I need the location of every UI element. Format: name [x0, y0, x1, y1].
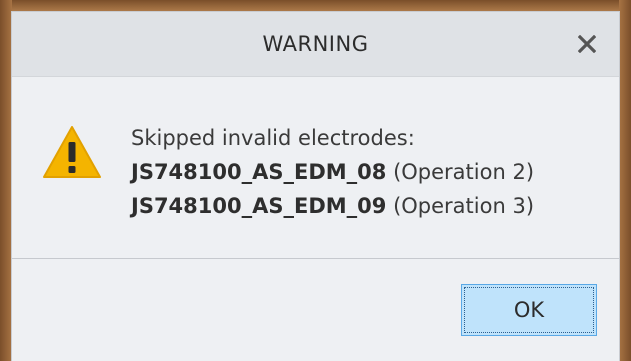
warning-triangle-icon — [43, 126, 101, 178]
close-icon — [578, 35, 596, 53]
desktop-background-right — [619, 0, 631, 361]
warning-dialog: WARNING Skipped invalid electrodes: JS74… — [12, 12, 619, 361]
electrode-operation: (Operation 2) — [393, 160, 535, 184]
electrode-name: JS748100_AS_EDM_09 — [131, 194, 387, 218]
dialog-titlebar[interactable]: WARNING — [12, 12, 619, 77]
electrode-operation: (Operation 3) — [393, 194, 535, 218]
ok-button[interactable]: OK — [461, 284, 597, 336]
warning-message: Skipped invalid electrodes: JS748100_AS_… — [131, 121, 534, 223]
close-button[interactable] — [575, 32, 599, 56]
electrode-item: JS748100_AS_EDM_09 (Operation 3) — [131, 189, 534, 223]
dialog-title: WARNING — [262, 32, 369, 56]
footer-divider — [12, 258, 619, 259]
electrode-item: JS748100_AS_EDM_08 (Operation 2) — [131, 155, 534, 189]
desktop-background-left — [0, 0, 12, 361]
message-heading: Skipped invalid electrodes: — [131, 126, 415, 150]
desktop-background — [0, 0, 631, 12]
electrode-name: JS748100_AS_EDM_08 — [131, 160, 387, 184]
dialog-content: Skipped invalid electrodes: JS748100_AS_… — [12, 77, 619, 259]
